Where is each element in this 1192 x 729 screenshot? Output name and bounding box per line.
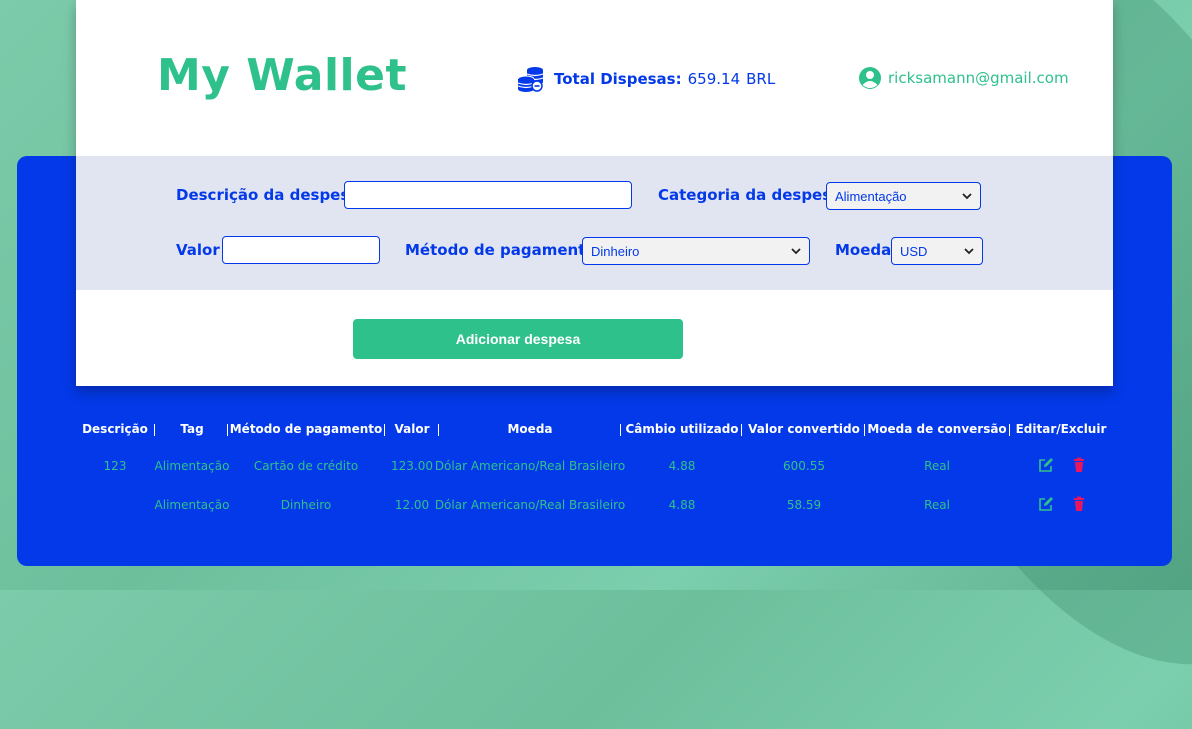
currency-select[interactable]: USD	[891, 237, 983, 265]
cell-moeda: Dólar Americano/Real Brasileiro	[434, 498, 626, 512]
header-descricao: Descrição	[82, 422, 148, 436]
expense-form: Descrição da despesa Categoria da despes…	[76, 156, 1113, 290]
column-divider	[1009, 424, 1010, 436]
header-metodo: Método de pagamento	[229, 422, 383, 436]
currency-label: Moeda	[835, 241, 892, 259]
header: My Wallet Total Dispesas: 659.14 BRL ric…	[76, 0, 1113, 156]
total-expenses: Total Dispesas: 659.14 BRL	[516, 64, 775, 94]
value-input[interactable]	[222, 236, 380, 264]
header-conversao: Moeda de conversão	[867, 422, 1007, 436]
cell-valor: 123.00	[391, 459, 433, 473]
description-label: Descrição da despesa	[176, 186, 360, 204]
add-expense-button[interactable]: Adicionar despesa	[353, 319, 683, 359]
cell-metodo: Dinheiro	[280, 498, 332, 512]
total-currency: BRL	[746, 70, 776, 88]
category-select[interactable]: Alimentação	[826, 182, 981, 210]
payment-label: Método de pagamento	[405, 241, 596, 259]
cell-convertido: 58.59	[786, 498, 822, 512]
cell-convertido: 600.55	[783, 459, 825, 473]
column-divider	[864, 424, 865, 436]
chevron-down-icon	[962, 193, 972, 200]
coins-icon	[517, 67, 544, 92]
cell-metodo: Cartão de crédito	[253, 459, 359, 473]
header-cambio: Câmbio utilizado	[625, 422, 739, 436]
user-email: ricksamann@gmail.com	[888, 69, 1069, 87]
column-divider	[741, 424, 742, 436]
value-label: Valor	[176, 241, 220, 259]
column-divider	[227, 424, 228, 436]
app-logo: My Wallet	[157, 50, 407, 101]
header-convertido: Valor convertido	[748, 422, 860, 436]
cell-moeda: Dólar Americano/Real Brasileiro	[434, 459, 626, 473]
edit-icon[interactable]	[1038, 457, 1054, 473]
payment-select[interactable]: Dinheiro	[582, 237, 810, 265]
cell-valor: 12.00	[394, 498, 430, 512]
column-divider	[620, 424, 621, 436]
category-label: Categoria da despesa	[658, 186, 842, 204]
chevron-down-icon	[791, 248, 801, 255]
cell-descricao: 123	[103, 459, 127, 473]
total-value: 659.14	[687, 70, 741, 88]
column-divider	[384, 424, 385, 436]
total-label: Total Dispesas:	[554, 70, 682, 88]
table-header: Descrição Tag Método de pagamento Valor …	[0, 422, 1192, 438]
cell-cambio: 4.88	[668, 459, 696, 473]
column-divider	[154, 424, 155, 436]
user-icon	[859, 67, 881, 89]
edit-icon[interactable]	[1038, 496, 1054, 512]
trash-icon[interactable]	[1071, 457, 1087, 473]
header-editar-excluir: Editar/Excluir	[1015, 422, 1107, 436]
cell-tag: Alimentação	[154, 459, 230, 473]
description-input[interactable]	[344, 181, 632, 209]
currency-selected-value: USD	[900, 243, 928, 259]
header-moeda: Moeda	[507, 422, 553, 436]
cell-conversao: Real	[924, 459, 950, 473]
chevron-down-icon	[964, 248, 974, 255]
column-divider	[438, 424, 439, 436]
header-valor: Valor	[394, 422, 430, 436]
user-info: ricksamann@gmail.com	[858, 66, 1069, 90]
cell-conversao: Real	[924, 498, 950, 512]
trash-icon[interactable]	[1071, 496, 1087, 512]
cell-cambio: 4.88	[668, 498, 696, 512]
category-selected-value: Alimentação	[835, 188, 907, 204]
payment-selected-value: Dinheiro	[591, 243, 640, 259]
header-tag: Tag	[180, 422, 204, 436]
cell-tag: Alimentação	[154, 498, 230, 512]
